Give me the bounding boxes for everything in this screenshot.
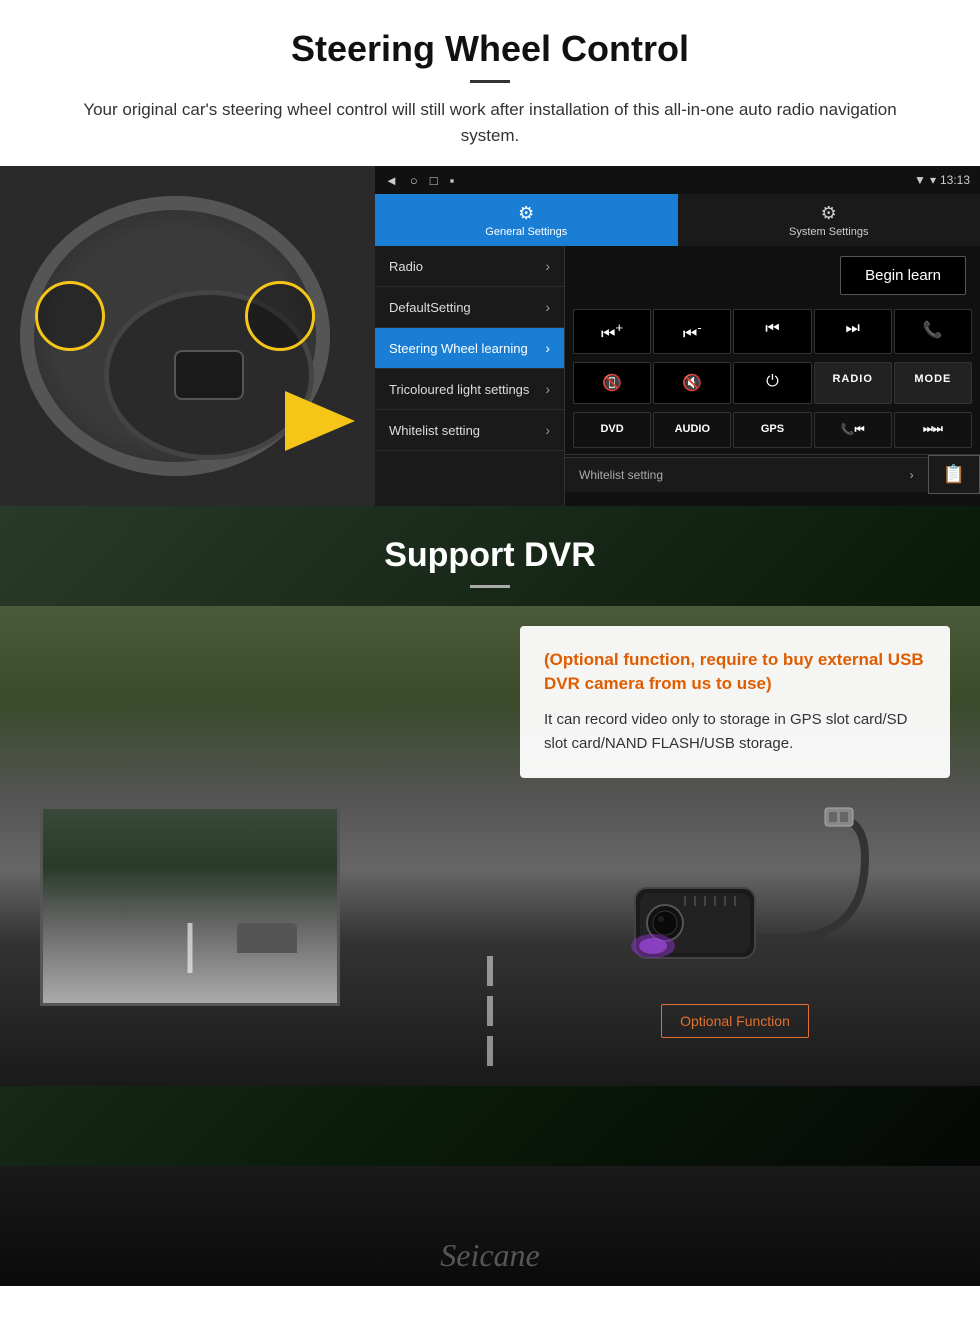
control-grid-row1: ⏮+ ⏮- ⏮ ⏭ 📞: [565, 305, 980, 358]
menu-item-tricoloured[interactable]: Tricoloured light settings ›: [375, 369, 564, 410]
ctrl-radio[interactable]: RADIO: [814, 362, 892, 404]
steering-wheel-hub: [174, 350, 244, 400]
whitelist-doc-icon: 📋: [943, 464, 965, 485]
dvr-left-area: [30, 626, 520, 1006]
statusbar-status: ▼ ▾ 13:13: [914, 173, 970, 187]
signal-icon: ▼: [914, 173, 926, 187]
general-settings-icon: ⚙: [518, 203, 534, 224]
whitelist-icon-btn[interactable]: 📋: [928, 455, 980, 494]
android-ui-panel: ◄ ○ □ ▪ ▼ ▾ 13:13 ⚙ General Settings: [375, 166, 980, 506]
steering-mockup: ◄ ○ □ ▪ ▼ ▾ 13:13 ⚙ General Settings: [0, 166, 980, 506]
dvr-optional-title: (Optional function, require to buy exter…: [544, 648, 926, 696]
chevron-icon: ›: [545, 381, 550, 397]
ctrl-mode[interactable]: MODE: [894, 362, 972, 404]
nav-recent-icon[interactable]: □: [430, 173, 438, 188]
begin-learn-button[interactable]: Begin learn: [840, 256, 966, 295]
tab-system-label: System Settings: [789, 226, 868, 238]
begin-learn-row: Begin learn: [565, 246, 980, 305]
dvr-description-text: It can record video only to storage in G…: [544, 708, 926, 756]
dvr-title-area: Support DVR: [0, 506, 980, 606]
menu-radio-label: Radio: [389, 259, 423, 274]
android-statusbar: ◄ ○ □ ▪ ▼ ▾ 13:13: [375, 166, 980, 194]
whitelist-bottom-row: Whitelist setting › 📋: [565, 452, 980, 494]
menu-item-defaultsetting[interactable]: DefaultSetting ›: [375, 287, 564, 328]
dvr-camera-illustration: [520, 798, 950, 978]
menu-tricoloured-label: Tricoloured light settings: [389, 382, 529, 397]
tab-general-label: General Settings: [485, 226, 567, 238]
ctrl-power[interactable]: ⏻: [733, 362, 811, 404]
android-right-panel: Begin learn ⏮+ ⏮- ⏮ ⏭ 📞 📵 🔇 ⏻: [565, 246, 980, 506]
ctrl-next-track[interactable]: ⏭: [814, 309, 892, 354]
android-content: Radio › DefaultSetting › Steering Wheel …: [375, 246, 980, 506]
steering-circle-right: [245, 281, 315, 351]
dvr-footage-thumbnail: [40, 806, 340, 1006]
arrow-shape: [285, 391, 355, 451]
dvr-divider: [470, 585, 510, 588]
wifi-icon: ▾: [930, 173, 936, 187]
ctrl-next-next[interactable]: ⏭⏭: [894, 412, 972, 448]
dvr-section: Support DVR (Optional function, require …: [0, 506, 980, 1286]
ctrl-mute[interactable]: 🔇: [653, 362, 731, 404]
steering-description: Your original car's steering wheel contr…: [60, 97, 920, 148]
ctrl-vol-down[interactable]: ⏮-: [653, 309, 731, 354]
menu-steering-label: Steering Wheel learning: [389, 341, 528, 356]
steering-section: Steering Wheel Control Your original car…: [0, 0, 980, 506]
car-silhouette: [237, 923, 297, 953]
steering-title-area: Steering Wheel Control Your original car…: [0, 0, 980, 166]
status-time: 13:13: [940, 173, 970, 187]
steering-wheel-image: [0, 166, 375, 506]
ctrl-prev-track[interactable]: ⏮: [733, 309, 811, 354]
dvr-content-area: (Optional function, require to buy exter…: [0, 606, 980, 1058]
steering-main-title: Steering Wheel Control: [60, 28, 920, 70]
seicane-brand: Seicane: [0, 1237, 980, 1274]
chevron-icon: ›: [545, 422, 550, 438]
chevron-icon: ›: [545, 340, 550, 356]
steering-circle-left: [35, 281, 105, 351]
nav-menu-icon[interactable]: ▪: [450, 173, 455, 188]
system-settings-icon: ⚙: [821, 203, 837, 224]
android-tabs: ⚙ General Settings ⚙ System Settings: [375, 194, 980, 246]
nav-back-icon[interactable]: ◄: [385, 173, 398, 188]
dvr-right-area: (Optional function, require to buy exter…: [520, 626, 950, 1038]
control-grid-row2: 📵 🔇 ⏻ RADIO MODE: [565, 358, 980, 408]
arrow-indicator: [285, 386, 365, 446]
optional-function-button[interactable]: Optional Function: [661, 1004, 809, 1038]
menu-defaultsetting-label: DefaultSetting: [389, 300, 471, 315]
nav-home-icon[interactable]: ○: [410, 173, 418, 188]
dvr-road-line: [188, 923, 193, 973]
dvr-info-box: (Optional function, require to buy exter…: [520, 626, 950, 778]
ctrl-vol-up[interactable]: ⏮+: [573, 309, 651, 354]
ctrl-phone-prev[interactable]: 📞⏮: [814, 412, 892, 448]
chevron-icon: ›: [545, 299, 550, 315]
whitelist-chevron-icon: ›: [910, 468, 914, 482]
optional-btn-area: Optional Function: [520, 988, 950, 1038]
chevron-icon: ›: [545, 258, 550, 274]
statusbar-nav: ◄ ○ □ ▪: [385, 173, 454, 188]
whitelist-setting-item[interactable]: Whitelist setting ›: [565, 457, 928, 492]
menu-whitelist-label: Whitelist setting: [389, 423, 480, 438]
whitelist-label: Whitelist setting: [579, 468, 663, 482]
camera-svg: [585, 798, 885, 978]
menu-item-radio[interactable]: Radio ›: [375, 246, 564, 287]
ctrl-audio[interactable]: AUDIO: [653, 412, 731, 448]
ctrl-gps[interactable]: GPS: [733, 412, 811, 448]
ctrl-phone[interactable]: 📞: [894, 309, 972, 354]
android-menu: Radio › DefaultSetting › Steering Wheel …: [375, 246, 565, 506]
ctrl-dvd[interactable]: DVD: [573, 412, 651, 448]
control-grid-row3: DVD AUDIO GPS 📞⏮ ⏭⏭: [565, 408, 980, 452]
dvr-footage-bg: [43, 809, 337, 1003]
dvr-main-title: Support DVR: [60, 536, 920, 575]
section-divider: [470, 80, 510, 83]
tab-system-settings[interactable]: ⚙ System Settings: [678, 194, 980, 246]
tab-general-settings[interactable]: ⚙ General Settings: [375, 194, 678, 246]
ctrl-hang-up[interactable]: 📵: [573, 362, 651, 404]
menu-item-whitelist[interactable]: Whitelist setting ›: [375, 410, 564, 451]
menu-item-steering-wheel[interactable]: Steering Wheel learning ›: [375, 328, 564, 369]
